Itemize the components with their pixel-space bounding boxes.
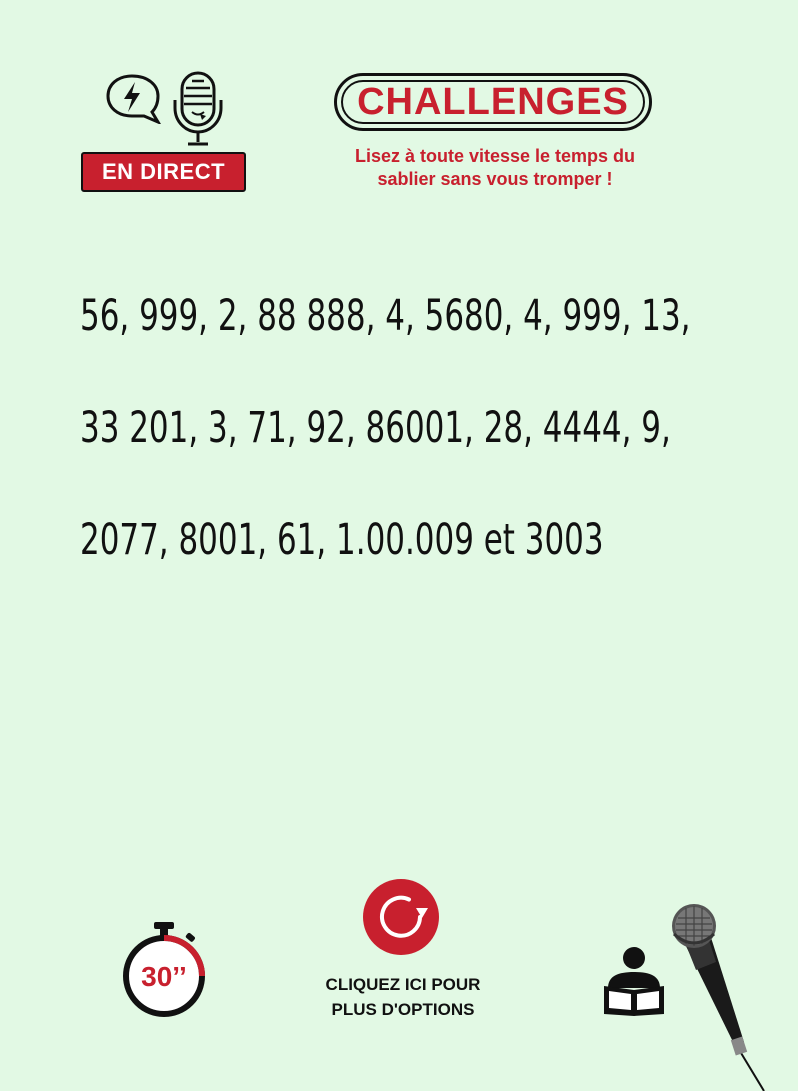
- timer-label: 30’’: [141, 961, 187, 992]
- more-options-line-1: CLIQUEZ ICI POUR: [325, 975, 481, 994]
- page-title: CHALLENGES: [357, 80, 629, 123]
- instruction-line-2: sablier sans vous tromper !: [377, 169, 613, 189]
- refresh-icon[interactable]: [362, 878, 440, 956]
- more-options-link[interactable]: CLIQUEZ ICI POUR PLUS D'OPTIONS: [290, 972, 516, 1022]
- title-banner: CHALLENGES: [334, 73, 652, 131]
- handheld-mic-icon: [672, 904, 765, 1091]
- challenge-line-2: 33 201, 3, 71, 92, 86001, 28, 4444, 9,: [80, 403, 671, 453]
- stopwatch-icon: 30’’: [123, 922, 205, 1017]
- more-options-line-2: PLUS D'OPTIONS: [331, 1000, 475, 1019]
- challenge-line-1: 56, 999, 2, 88 888, 4, 5680, 4, 999, 13,: [80, 291, 691, 341]
- podcast-mic-icon: [173, 71, 223, 146]
- challenge-numbers: 56, 999, 2, 88 888, 4, 5680, 4, 999, 13,…: [80, 232, 760, 624]
- instruction-line-1: Lisez à toute vitesse le temps du: [354, 146, 636, 166]
- live-badge: EN DIRECT: [81, 152, 246, 192]
- live-badge-label: EN DIRECT: [101, 159, 226, 184]
- instruction-text: Lisez à toute vitesse le temps du sablie…: [300, 145, 690, 191]
- challenge-line-3: 2077, 8001, 61, 1.00.009 et 3003: [80, 515, 604, 565]
- reader-icon: [604, 947, 664, 1016]
- speech-bubble-lightning-icon: [106, 74, 161, 124]
